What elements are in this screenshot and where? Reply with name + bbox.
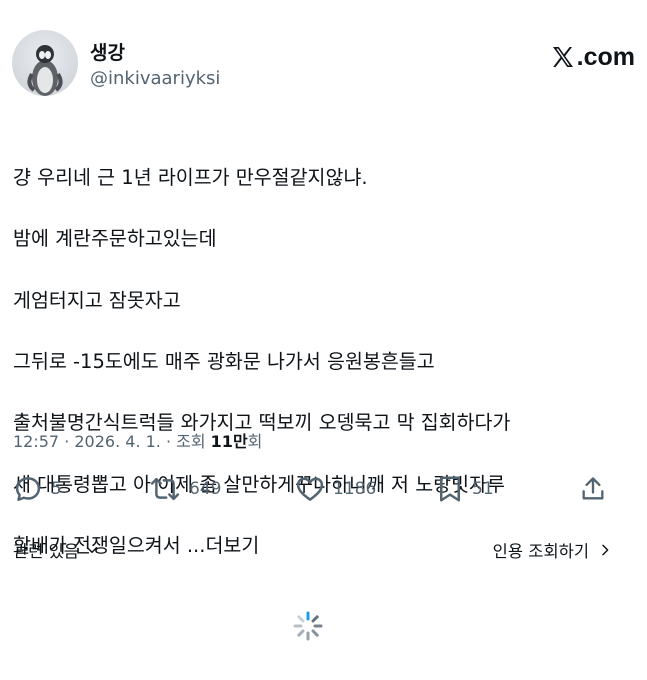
action-bar: 5 649 1186 51 [13, 474, 623, 510]
related-label: 관련 있음 [13, 542, 79, 561]
x-logo-text: .com [576, 42, 635, 71]
x-logo-icon [552, 47, 573, 67]
view-quotes-link[interactable]: 인용 조회하기 [493, 538, 613, 562]
post-header: 생강 @inkivaariyksi .com [12, 30, 635, 100]
repost-count: 649 [189, 479, 222, 499]
post-line: 걍 우리네 근 1년 라이프가 만우절같지않냐. [13, 165, 368, 189]
chevron-down-icon [86, 547, 98, 553]
like-button[interactable]: 1186 [295, 474, 376, 504]
post-timestamp[interactable]: 12:57 · 2026. 4. 1. · 조회 [13, 432, 211, 451]
chevron-right-icon [602, 544, 609, 556]
share-button[interactable] [579, 474, 607, 504]
reply-icon [15, 477, 41, 501]
quotes-label: 인용 조회하기 [492, 542, 589, 561]
repost-button[interactable]: 649 [149, 474, 221, 504]
view-suffix: 회 [247, 432, 263, 451]
reply-count: 5 [51, 479, 62, 499]
related-toggle[interactable]: 관련 있음 [13, 538, 101, 562]
post-line: 밤에 계란주문하고있는데 [13, 227, 217, 251]
reply-button[interactable]: 5 [13, 474, 62, 504]
post-footer: 관련 있음 인용 조회하기 [13, 538, 613, 564]
like-icon [296, 477, 324, 501]
post-text: 걍 우리네 근 1년 라이프가 만우절같지않냐. 밤에 계란주문하고있는데 게엄… [13, 132, 633, 593]
repost-icon [150, 477, 180, 501]
post-line: 그뒤로 -15도에도 매주 광화문 나가서 응원봉흔들고 [13, 349, 435, 373]
bookmark-button[interactable]: 51 [436, 474, 494, 504]
bookmark-icon [440, 476, 460, 502]
author-name[interactable]: 생강 [90, 38, 125, 65]
avatar[interactable] [12, 30, 78, 96]
post-meta: 12:57 · 2026. 4. 1. · 조회 11만회 [13, 428, 262, 452]
share-icon [582, 477, 604, 500]
post-line: 게엄터지고 잠못자고 [13, 288, 181, 312]
author-handle[interactable]: @inkivaariyksi [90, 68, 220, 89]
like-count: 1186 [333, 479, 377, 499]
loading-spinner-icon [293, 611, 323, 641]
x-brand: .com [551, 42, 635, 71]
bookmark-count: 51 [472, 479, 494, 499]
view-count: 11만 [210, 432, 248, 451]
penguin-avatar-image [27, 45, 63, 96]
